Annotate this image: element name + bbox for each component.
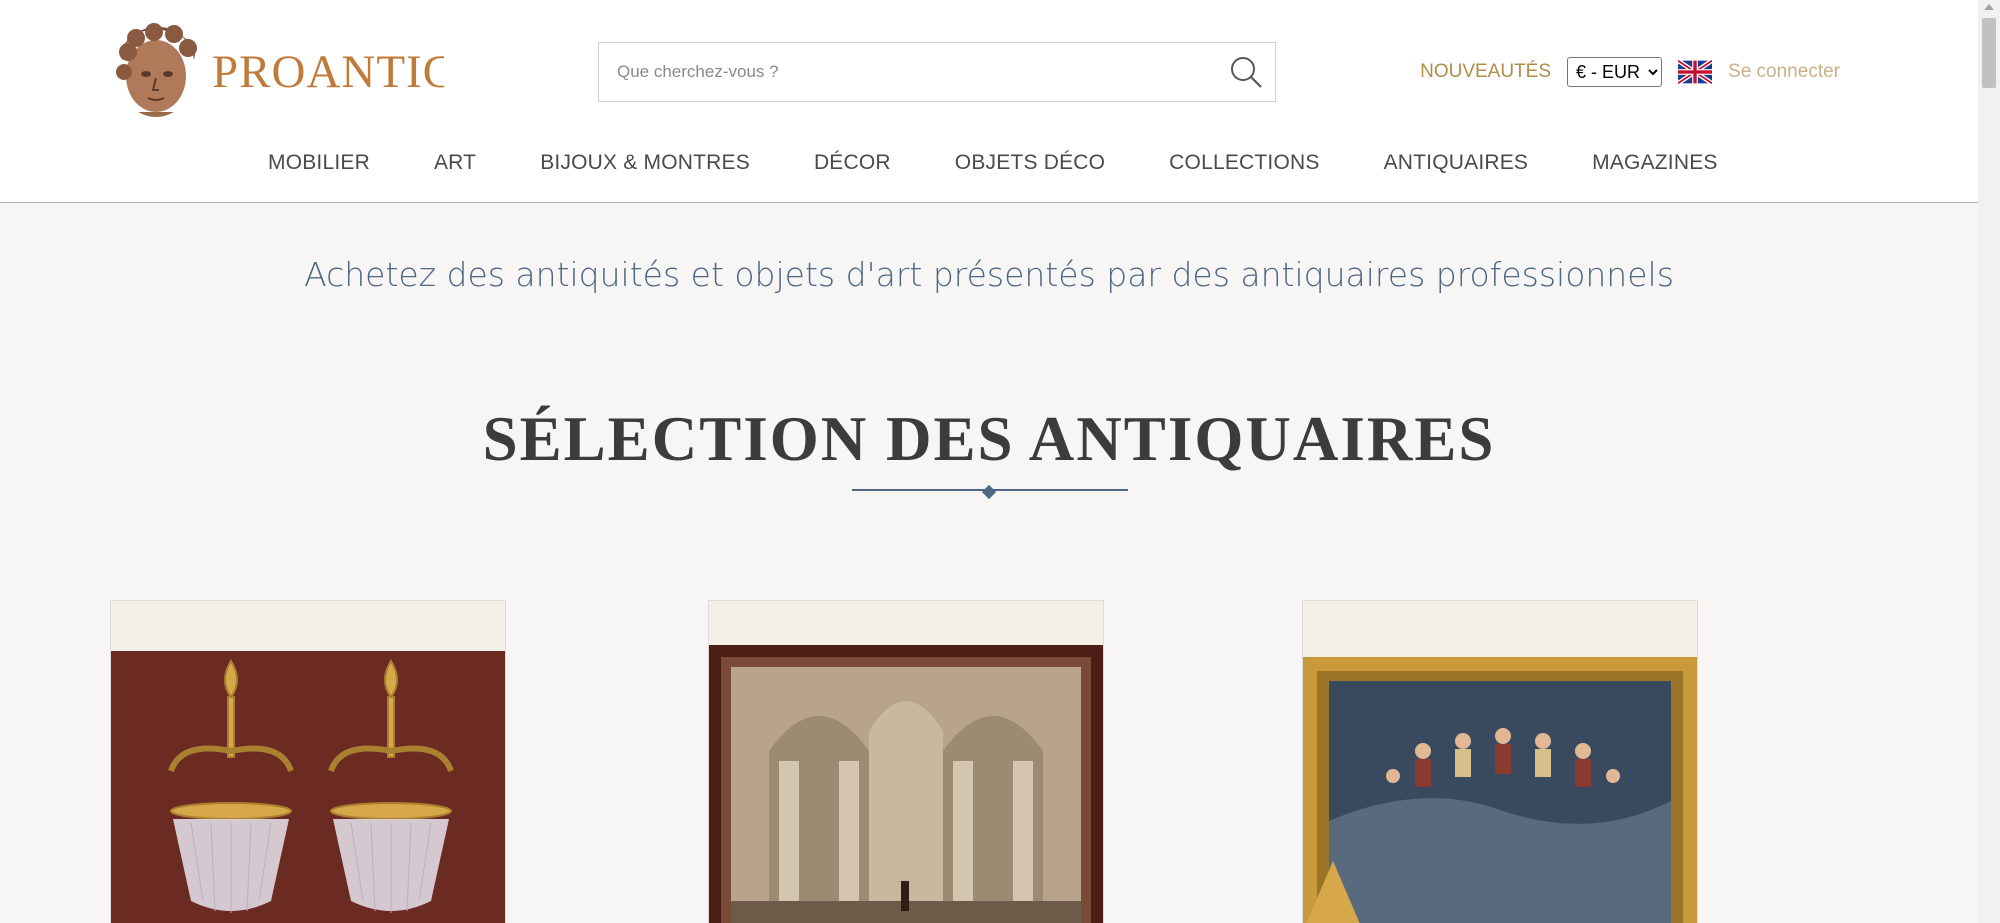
scrollbar-thumb[interactable]: [1982, 18, 1996, 88]
product-card[interactable]: [110, 600, 506, 923]
nav-item-decor[interactable]: DÉCOR: [814, 151, 891, 175]
search-button[interactable]: [1217, 43, 1275, 101]
brand-logo[interactable]: PROANTIC: [112, 22, 454, 122]
site-tagline: Achetez des antiquités et objets d'art p…: [304, 255, 1674, 294]
section-title: SÉLECTION DES ANTIQUAIRES: [482, 404, 1496, 474]
main-nav: MOBILIER ART BIJOUX & MONTRES DÉCOR OBJE…: [108, 124, 1850, 202]
nav-item-antiquaires[interactable]: ANTIQUAIRES: [1384, 151, 1529, 175]
product-image-chandeliers: [111, 601, 505, 923]
search-bar: [598, 42, 1276, 102]
title-divider-diamond: [981, 484, 997, 500]
new-arrivals-link[interactable]: NOUVEAUTÉS: [1420, 61, 1551, 83]
product-image-church-interior: [709, 601, 1103, 923]
nav-item-collections[interactable]: COLLECTIONS: [1169, 151, 1319, 175]
search-icon: [1231, 57, 1262, 88]
nav-item-bijoux-montres[interactable]: BIJOUX & MONTRES: [540, 151, 750, 175]
nav-item-mobilier[interactable]: MOBILIER: [268, 151, 370, 175]
nav-item-magazines[interactable]: MAGAZINES: [1592, 151, 1717, 175]
product-card[interactable]: [1302, 600, 1698, 923]
search-input[interactable]: [599, 43, 1217, 101]
brand-name: PROANTIC: [212, 46, 444, 98]
uk-flag-icon[interactable]: [1678, 60, 1713, 84]
top-right-links: NOUVEAUTÉS € - EUR Se connecter: [1420, 56, 1840, 88]
product-image-mythological-painting: [1303, 601, 1697, 923]
nav-item-objets-deco[interactable]: OBJETS DÉCO: [955, 151, 1105, 175]
logo-head-icon: [116, 23, 197, 117]
scroll-up-arrow-icon[interactable]: [1984, 4, 1994, 10]
page-scrollbar[interactable]: [1978, 0, 2000, 923]
product-grid: [108, 600, 1850, 923]
currency-select[interactable]: € - EUR: [1567, 57, 1663, 87]
nav-item-art[interactable]: ART: [434, 151, 476, 175]
product-card[interactable]: [708, 600, 1104, 923]
login-link[interactable]: Se connecter: [1728, 61, 1840, 83]
site-header: PROANTIC NOUVEAUTÉS € - EUR Se connecter…: [0, 0, 1978, 203]
